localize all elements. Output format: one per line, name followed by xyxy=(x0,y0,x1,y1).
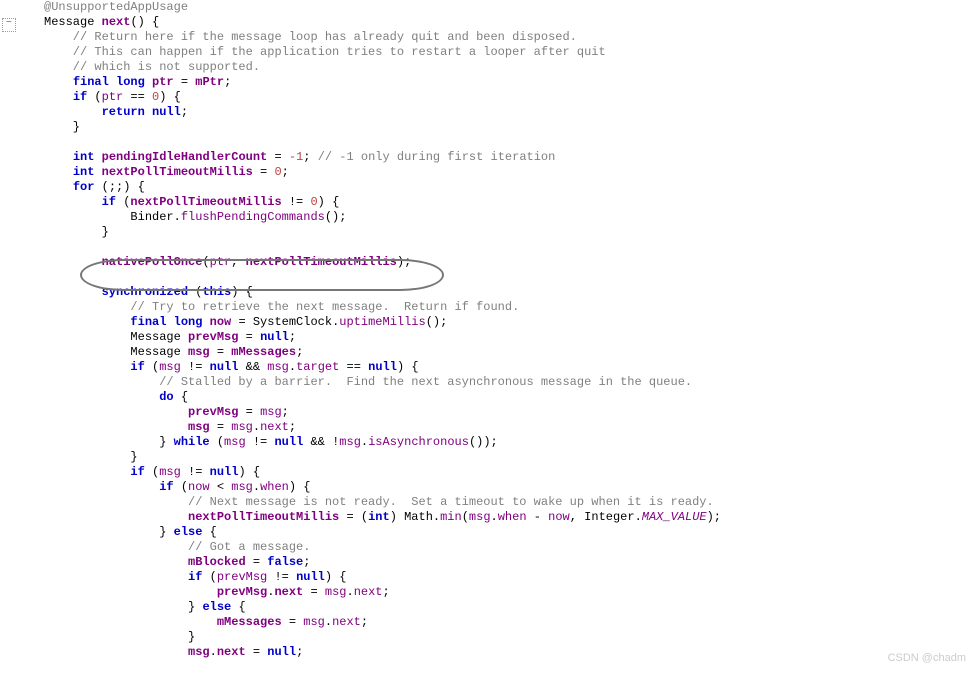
return-type: Message xyxy=(44,15,94,29)
fold-icon[interactable]: − xyxy=(2,18,16,32)
watermark: CSDN @chadm xyxy=(888,652,966,666)
sig-paren: () { xyxy=(130,15,159,29)
gutter: − xyxy=(0,0,20,674)
code-block: @UnsupportedAppUsage Message next() { //… xyxy=(44,0,721,660)
comment: // which is not supported. xyxy=(44,60,260,74)
comment: // This can happen if the application tr… xyxy=(44,45,606,59)
native-poll-once: nativePollOnce xyxy=(102,255,203,269)
annotation-name: UnsupportedAppUsage xyxy=(51,0,188,14)
comment: // Return here if the message loop has a… xyxy=(44,30,577,44)
method-name: next xyxy=(102,15,131,29)
